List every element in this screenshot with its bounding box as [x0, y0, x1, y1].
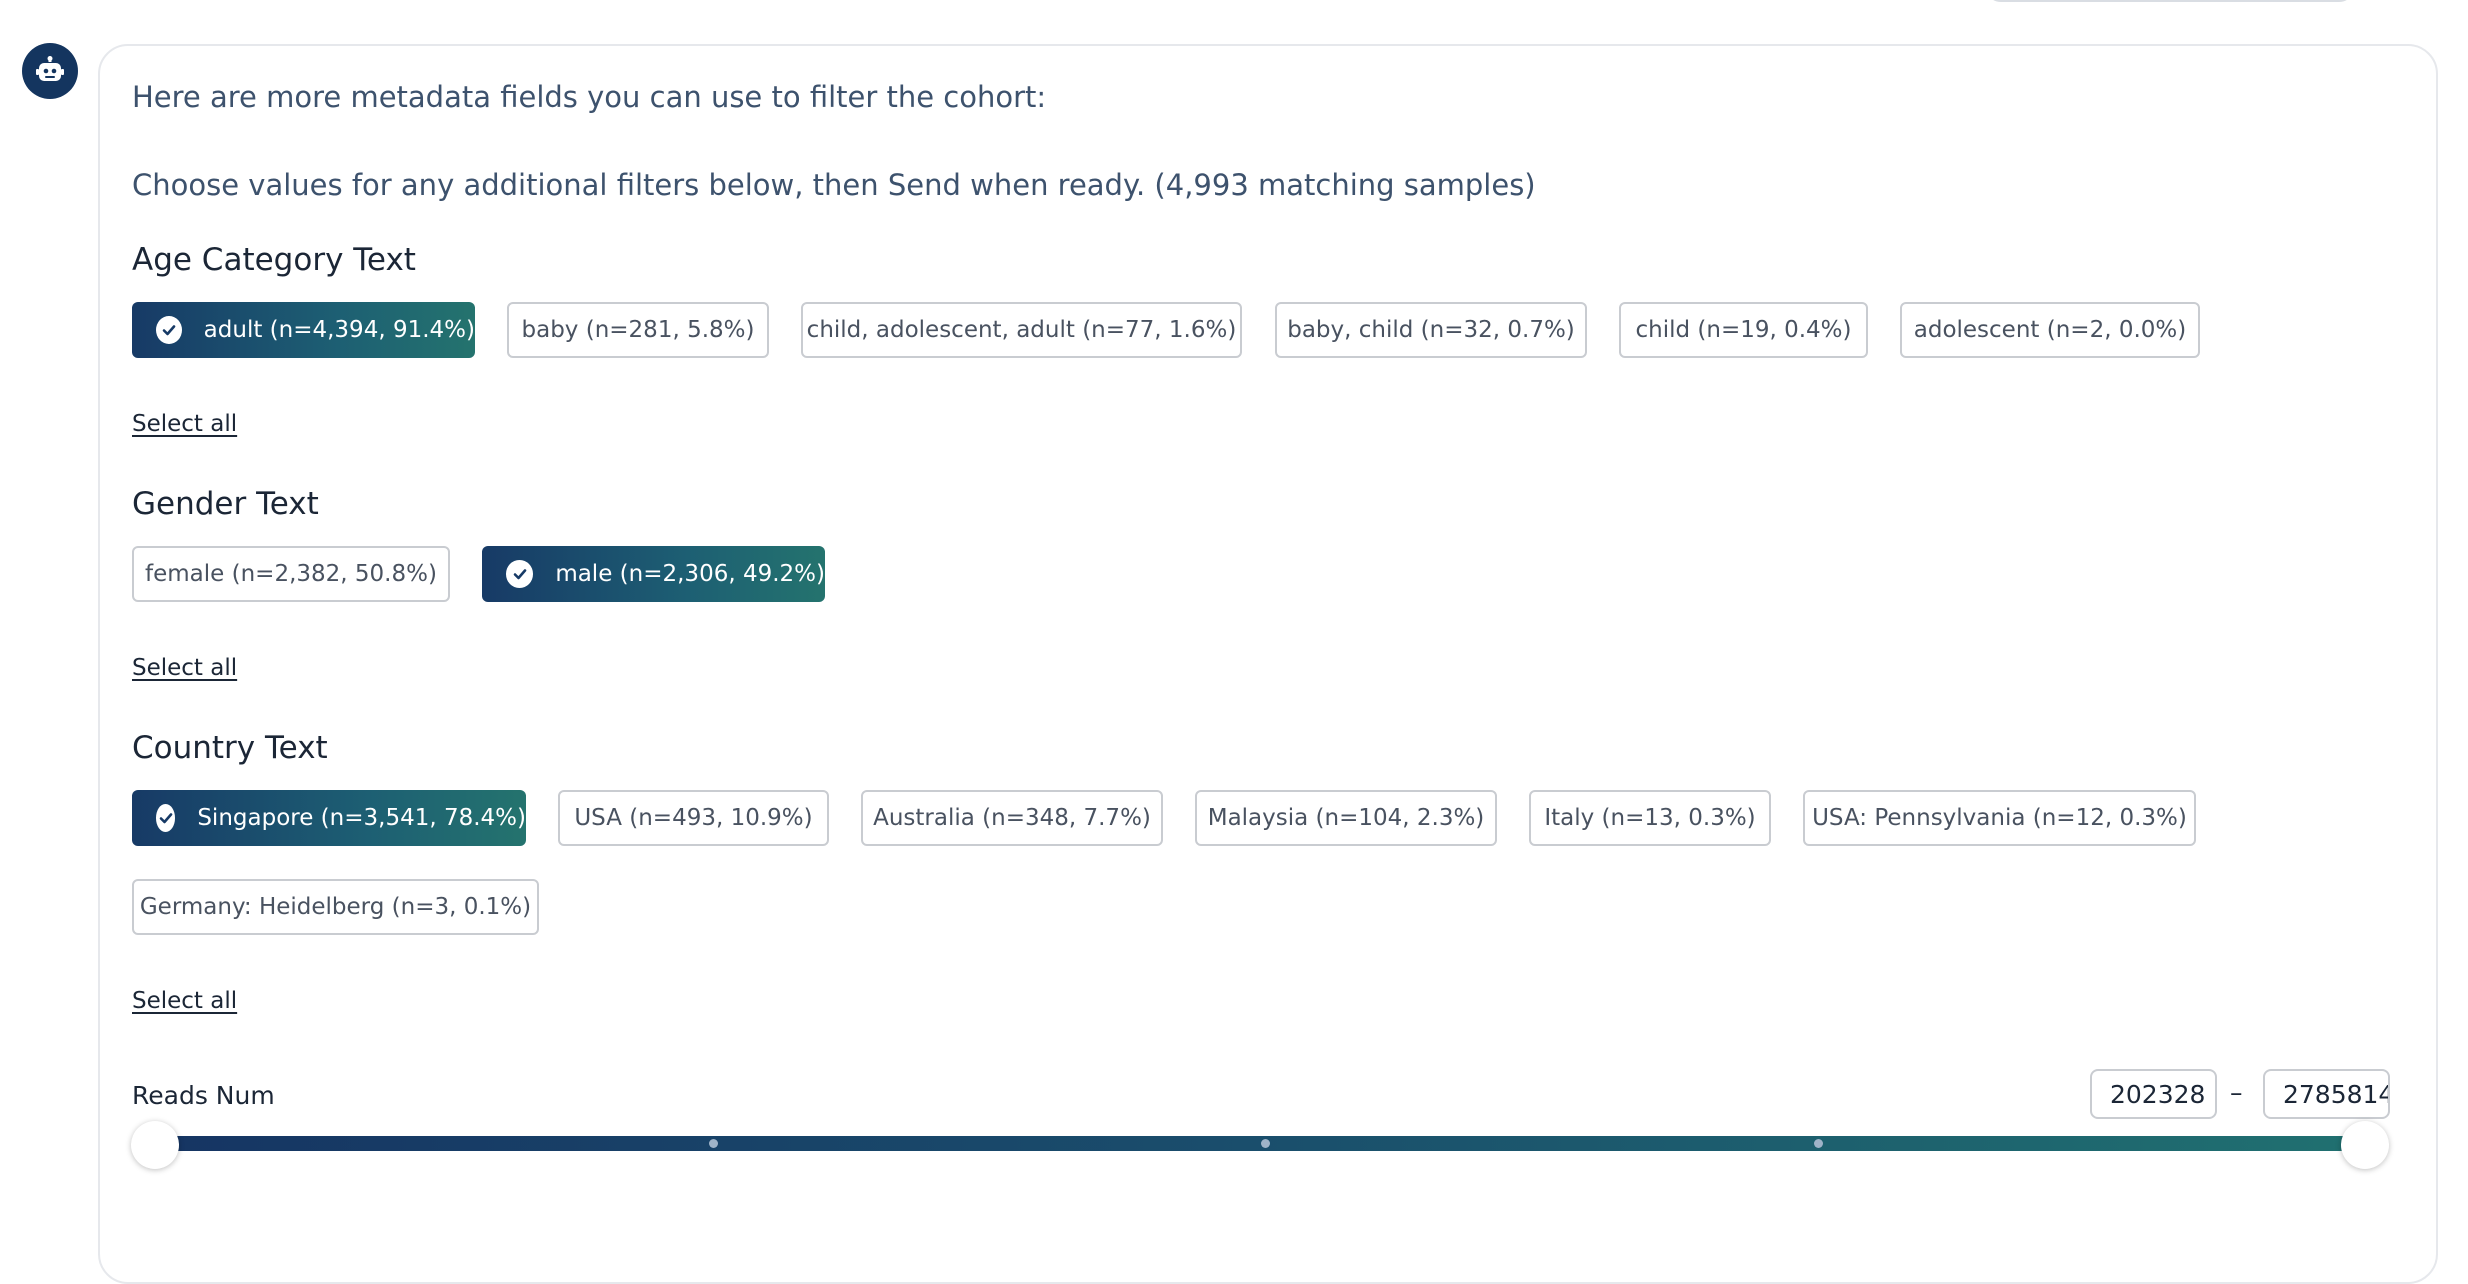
- robot-icon: [36, 56, 64, 81]
- reads-max-input[interactable]: 2785814: [2263, 1069, 2390, 1119]
- check-circle-icon: [506, 560, 534, 588]
- age-category-title: Age Category Text: [132, 242, 416, 278]
- country-option-usa[interactable]: USA (n=493, 10.9%): [558, 790, 829, 846]
- slider-tick-mark: [1261, 1139, 1270, 1148]
- country-option-malaysia[interactable]: Malaysia (n=104, 2.3%): [1195, 790, 1497, 846]
- gender-select-all-link[interactable]: Select all: [132, 655, 237, 681]
- chip-label: Malaysia (n=104, 2.3%): [1207, 805, 1485, 831]
- chip-label: adult (n=4,394, 91.4%): [203, 317, 475, 343]
- age-option-child[interactable]: child (n=19, 0.4%): [1619, 302, 1868, 358]
- country-option-germany-heidelberg[interactable]: Germany: Heidelberg (n=3, 0.1%): [132, 879, 539, 935]
- country-option-australia[interactable]: Australia (n=348, 7.7%): [861, 790, 1163, 846]
- age-option-adult[interactable]: adult (n=4,394, 91.4%): [132, 302, 475, 358]
- gender-option-male[interactable]: male (n=2,306, 49.2%): [482, 546, 825, 602]
- age-option-baby[interactable]: baby (n=281, 5.8%): [507, 302, 769, 358]
- reads-num-label: Reads Num: [132, 1081, 275, 1110]
- check-circle-icon: [156, 804, 176, 832]
- chip-label: baby (n=281, 5.8%): [521, 317, 755, 343]
- gender-title: Gender Text: [132, 486, 319, 522]
- chip-label: child (n=19, 0.4%): [1635, 317, 1852, 343]
- chip-label: adolescent (n=2, 0.0%): [1913, 317, 2187, 343]
- chip-label: Germany: Heidelberg (n=3, 0.1%): [139, 894, 532, 920]
- intro-text: Here are more metadata fields you can us…: [132, 80, 1047, 114]
- message-card: [98, 44, 2438, 1284]
- reads-min-value: 202328: [2110, 1079, 2206, 1109]
- age-option-child-adolescent-adult[interactable]: child, adolescent, adult (n=77, 1.6%): [801, 302, 1242, 358]
- chip-label: male (n=2,306, 49.2%): [555, 561, 825, 587]
- chip-label: USA: Pennsylvania (n=12, 0.3%): [1812, 805, 2187, 831]
- chip-label: Singapore (n=3,541, 78.4%): [197, 805, 526, 831]
- country-title: Country Text: [132, 730, 328, 766]
- reads-max-value: 2785814: [2283, 1079, 2390, 1109]
- country-option-singapore[interactable]: Singapore (n=3,541, 78.4%): [132, 790, 526, 846]
- range-separator: –: [2230, 1078, 2243, 1107]
- reads-min-handle[interactable]: [131, 1121, 179, 1169]
- reads-max-handle[interactable]: [2341, 1121, 2389, 1169]
- chip-label: USA (n=493, 10.9%): [574, 805, 813, 831]
- country-select-all-link[interactable]: Select all: [132, 988, 237, 1014]
- chip-label: child, adolescent, adult (n=77, 1.6%): [806, 317, 1237, 343]
- instructions-text: Choose values for any additional filters…: [132, 168, 1536, 202]
- chip-label: female (n=2,382, 50.8%): [145, 561, 437, 587]
- top-input-pill[interactable]: [1985, 0, 2355, 2]
- country-option-italy[interactable]: Italy (n=13, 0.3%): [1529, 790, 1771, 846]
- slider-tick-mark: [709, 1139, 718, 1148]
- chip-label: Australia (n=348, 7.7%): [873, 805, 1151, 831]
- reads-range-track[interactable]: [155, 1136, 2355, 1151]
- assistant-avatar: [22, 43, 78, 99]
- chip-label: baby, child (n=32, 0.7%): [1287, 317, 1575, 343]
- slider-tick-mark: [1814, 1139, 1823, 1148]
- country-option-usa-pennsylvania[interactable]: USA: Pennsylvania (n=12, 0.3%): [1803, 790, 2196, 846]
- reads-min-input[interactable]: 202328: [2090, 1069, 2217, 1119]
- age-option-baby-child[interactable]: baby, child (n=32, 0.7%): [1275, 302, 1587, 358]
- chip-label: Italy (n=13, 0.3%): [1544, 805, 1756, 831]
- age-option-adolescent[interactable]: adolescent (n=2, 0.0%): [1900, 302, 2200, 358]
- check-circle-icon: [156, 316, 182, 344]
- gender-option-female[interactable]: female (n=2,382, 50.8%): [132, 546, 450, 602]
- age-select-all-link[interactable]: Select all: [132, 411, 237, 437]
